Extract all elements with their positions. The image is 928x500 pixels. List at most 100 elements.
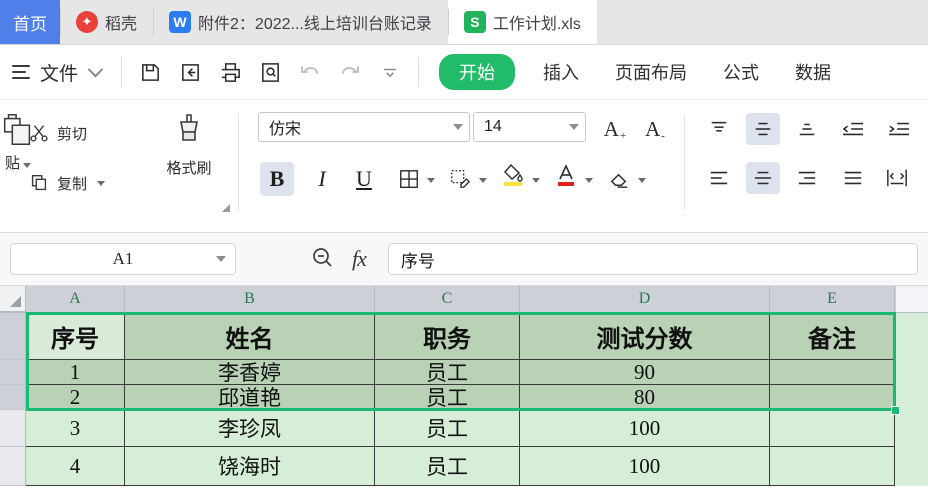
cut-button[interactable]: 剪切 [28, 122, 87, 144]
undo-icon[interactable] [292, 54, 328, 90]
cell-a1[interactable]: 序号 [26, 313, 125, 360]
align-justify-button[interactable] [836, 162, 870, 194]
cell-a3[interactable]: 2 [26, 385, 125, 410]
fill-handle[interactable] [891, 406, 900, 415]
chevron-down-icon[interactable] [453, 124, 463, 130]
column-header-d[interactable]: D [520, 286, 770, 312]
tab-docer[interactable]: ✦ 稻壳 [60, 0, 153, 44]
print-icon[interactable] [212, 54, 248, 90]
cell-c5[interactable]: 员工 [375, 447, 520, 486]
cell-d4[interactable]: 100 [520, 410, 770, 447]
clear-format-button[interactable] [602, 162, 636, 196]
column-header-a[interactable]: A [26, 286, 125, 312]
font-size-select[interactable]: 14 [473, 112, 586, 142]
ribbon-tab-data[interactable]: 数据 [777, 59, 849, 85]
ribbon-tab-home[interactable]: 开始 [439, 54, 516, 90]
decrease-indent-button[interactable] [836, 113, 870, 145]
name-box[interactable]: A1 [10, 243, 236, 275]
row-header-1[interactable] [0, 313, 26, 360]
docer-icon: ✦ [76, 11, 98, 33]
draw-borders-button[interactable] [443, 162, 477, 196]
clipboard-dialog-launcher-icon[interactable] [222, 204, 230, 212]
increase-indent-button[interactable] [882, 113, 916, 145]
chevron-down-icon[interactable] [569, 124, 579, 130]
cell-a5[interactable]: 4 [26, 447, 125, 486]
increase-font-size-button[interactable]: A + [600, 112, 630, 142]
tab-spreadsheet-document[interactable]: S 工作计划.xls [447, 0, 597, 44]
align-top-button[interactable] [702, 113, 736, 145]
cell-e4[interactable] [770, 410, 895, 447]
cell-e1[interactable]: 备注 [770, 313, 895, 360]
cell-a2[interactable]: 1 [26, 360, 125, 385]
insert-function-icon[interactable]: fx [352, 246, 367, 272]
cell-b3[interactable]: 邱道艳 [125, 385, 375, 410]
fill-color-button[interactable] [496, 158, 530, 192]
tab-spreadsheet-document-label: 工作计划.xls [492, 16, 581, 33]
save-icon[interactable] [132, 54, 168, 90]
row-header-5[interactable] [0, 447, 26, 486]
redo-icon[interactable] [332, 54, 368, 90]
column-header-b[interactable]: B [125, 286, 375, 312]
wrap-text-button[interactable] [880, 162, 914, 194]
row-header-4[interactable] [0, 410, 26, 447]
borders-caret-icon[interactable] [427, 178, 435, 183]
cell-d2[interactable]: 90 [520, 360, 770, 385]
file-chevron-down-icon[interactable] [87, 61, 104, 77]
tab-home[interactable]: 首页 [0, 0, 60, 44]
file-menu-button[interactable]: 文件 [36, 59, 82, 86]
cell-c4[interactable]: 员工 [375, 410, 520, 447]
borders-button[interactable] [392, 162, 426, 196]
cell-c2[interactable]: 员工 [375, 360, 520, 385]
clear-format-caret-icon[interactable] [638, 178, 646, 183]
cell-a4[interactable]: 3 [26, 410, 125, 447]
more-chevron-icon[interactable] [372, 54, 408, 90]
tab-word-document[interactable]: W 附件2：2022...线上培训台账记录 [153, 0, 448, 44]
draw-borders-caret-icon[interactable] [479, 178, 487, 183]
cut-label: 剪切 [57, 125, 88, 143]
select-all-button[interactable] [0, 286, 26, 312]
italic-button[interactable]: I [305, 162, 339, 196]
ribbon-tab-insert[interactable]: 插入 [525, 59, 597, 85]
save-as-icon[interactable] [172, 54, 208, 90]
paste-caret-icon[interactable] [23, 163, 31, 168]
underline-button[interactable]: U [347, 162, 381, 196]
cell-d1[interactable]: 测试分数 [520, 313, 770, 360]
copy-caret-icon[interactable] [97, 180, 106, 186]
ribbon-tab-page-layout[interactable]: 页面布局 [597, 59, 705, 85]
cell-c1[interactable]: 职务 [375, 313, 520, 360]
cell-c3[interactable]: 员工 [375, 385, 520, 410]
ribbon-tab-formula[interactable]: 公式 [705, 59, 777, 85]
cell-b5[interactable]: 饶海时 [125, 447, 375, 486]
decrease-font-size-button[interactable]: A- [640, 112, 670, 142]
name-box-chevron-down-icon[interactable] [216, 256, 226, 262]
align-right-button[interactable] [790, 162, 824, 194]
align-left-button[interactable] [702, 162, 736, 194]
column-header-c[interactable]: C [375, 286, 520, 312]
cell-e3[interactable] [770, 385, 895, 410]
cell-b1[interactable]: 姓名 [125, 313, 375, 360]
align-middle-button[interactable] [746, 113, 780, 145]
row-header-2[interactable] [0, 360, 26, 385]
cell-e5[interactable] [770, 447, 895, 486]
bold-button[interactable]: B [260, 162, 294, 196]
print-preview-icon[interactable] [252, 54, 288, 90]
font-color-button[interactable] [549, 158, 583, 192]
fill-color-caret-icon[interactable] [532, 178, 540, 183]
align-center-button[interactable] [746, 162, 780, 194]
format-painter-button[interactable]: 格式刷 [150, 112, 228, 178]
font-family-select[interactable]: 仿宋 [258, 112, 470, 142]
align-bottom-button[interactable] [790, 113, 824, 145]
cell-d3[interactable]: 80 [520, 385, 770, 410]
cell-b4[interactable]: 李珍凤 [125, 410, 375, 447]
menu-hamburger-icon[interactable] [12, 65, 32, 79]
cell-d5[interactable]: 100 [520, 447, 770, 486]
formula-input[interactable]: 序号 [387, 243, 918, 275]
copy-button[interactable]: 复制 [28, 172, 106, 194]
cell-e2[interactable] [770, 360, 895, 385]
cell-b2[interactable]: 李香婷 [125, 360, 375, 385]
divider [238, 114, 239, 210]
row-header-3[interactable] [0, 385, 26, 410]
column-header-e[interactable]: E [770, 286, 895, 312]
font-color-caret-icon[interactable] [585, 178, 593, 183]
zoom-function-icon[interactable] [310, 245, 334, 274]
